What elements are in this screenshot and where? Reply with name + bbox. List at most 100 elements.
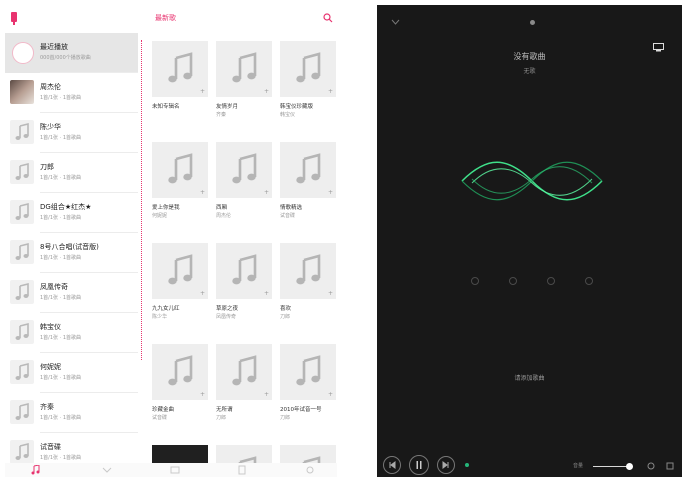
album-title: 喜欢	[280, 306, 292, 312]
add-icon[interactable]: +	[264, 88, 269, 95]
music-note-icon	[232, 52, 257, 83]
sidebar-item-label: 试音碟	[40, 443, 61, 451]
sidebar-item[interactable]: 何妮妮 1首/1张 · 1首歌曲	[5, 353, 138, 393]
album-cover: +	[216, 142, 272, 198]
album-artist: 何妮妮	[152, 213, 168, 219]
add-icon[interactable]: +	[328, 391, 333, 398]
track-title: 没有歌曲	[513, 52, 546, 61]
effect-dot-3[interactable]	[547, 277, 555, 285]
album-artist: 刀郎	[216, 415, 227, 421]
tab-settings-icon[interactable]	[305, 465, 315, 475]
music-note-icon	[10, 440, 34, 464]
album-artist: 刀郎	[280, 415, 291, 421]
album-cover: +	[216, 41, 272, 97]
add-icon[interactable]: +	[328, 290, 333, 297]
album-cover: +	[152, 243, 208, 299]
sidebar-item-label: 刀郎	[40, 163, 54, 171]
music-note-icon	[10, 320, 34, 344]
music-note-icon	[10, 240, 34, 264]
sidebar-item-label: 陈少华	[40, 123, 61, 131]
add-icon[interactable]: +	[200, 88, 205, 95]
tab-devices-icon[interactable]	[237, 465, 247, 475]
play-pause-button[interactable]	[409, 455, 429, 475]
artist-avatar	[10, 80, 34, 104]
effect-dot-1[interactable]	[471, 277, 479, 285]
sidebar-item[interactable]: 8号八合唱(试音版) 1首/1张 · 1首歌曲	[5, 233, 138, 273]
sidebar-item-sub: 1首/1张 · 1首歌曲	[40, 335, 81, 341]
add-icon[interactable]: +	[200, 189, 205, 196]
sidebar-item-sub: 1首/1张 · 1首歌曲	[40, 455, 81, 461]
music-note-icon	[232, 254, 257, 285]
album-cover: +	[280, 41, 336, 97]
music-note-icon	[168, 153, 193, 184]
album-title: 2010年试音一号	[280, 407, 322, 413]
tab-radio-icon[interactable]	[170, 465, 180, 475]
add-icon[interactable]: +	[328, 189, 333, 196]
tab-playlist-icon[interactable]	[102, 465, 112, 475]
sidebar-item-label: 周杰伦	[40, 83, 61, 91]
add-icon[interactable]: +	[200, 290, 205, 297]
sidebar-item-label: 齐秦	[40, 403, 54, 411]
music-note-icon	[10, 400, 34, 424]
sidebar-item-label: 最近播放	[40, 43, 68, 51]
add-icon[interactable]: +	[264, 290, 269, 297]
menu-icon[interactable]	[9, 12, 19, 25]
sidebar-item-sub: 1首/1张 · 1首歌曲	[40, 175, 81, 181]
volume-slider[interactable]	[593, 463, 633, 470]
sidebar-item[interactable]: 凤凰传奇 1首/1张 · 1首歌曲	[5, 273, 138, 313]
album-artist: 凤凰传奇	[216, 314, 237, 320]
music-note-icon	[10, 160, 34, 184]
volume-knob[interactable]	[626, 463, 633, 470]
sidebar-item[interactable]: 陈少华 1首/1张 · 1首歌曲	[5, 113, 138, 153]
effect-dot-4[interactable]	[585, 277, 593, 285]
sidebar-item[interactable]: 韩宝仪 1首/1张 · 1首歌曲	[5, 313, 138, 353]
page-title[interactable]: 最新歌	[155, 13, 176, 23]
sidebar-item[interactable]: 刀郎 1首/1张 · 1首歌曲	[5, 153, 138, 193]
album-title: 韩宝仪珍藏版	[280, 104, 314, 110]
now-playing-panel: 没有歌曲 无歌 请添加歌曲 音量	[377, 5, 682, 477]
sidebar-divider	[141, 40, 142, 360]
sidebar-item[interactable]: 周杰伦 1首/1张 · 1首歌曲	[5, 73, 138, 113]
album-cover: +	[280, 243, 336, 299]
queue-icon[interactable]	[666, 462, 674, 470]
sidebar-item-sub: 1首/1张 · 1首歌曲	[40, 95, 81, 101]
album-artist: 试音碟	[152, 415, 168, 421]
pause-icon	[416, 461, 422, 469]
album-title: 无所谓	[216, 407, 233, 413]
album-title: 珍藏金曲	[152, 407, 175, 413]
sound-wave-visual	[461, 161, 603, 201]
album-cover: +	[152, 142, 208, 198]
search-icon[interactable]	[323, 13, 333, 23]
sidebar-item-sub: 1首/1张 · 1首歌曲	[40, 215, 81, 221]
album-artist: 齐秦	[216, 112, 227, 118]
add-icon[interactable]: +	[264, 391, 269, 398]
sidebar-item-label: 韩宝仪	[40, 323, 61, 331]
album-cover: +	[152, 344, 208, 400]
music-note-icon	[168, 254, 193, 285]
sidebar-item-sub: 1首/1张 · 1首歌曲	[40, 135, 81, 141]
album-title: 九九女儿红	[152, 306, 180, 312]
repeat-icon[interactable]	[647, 462, 655, 470]
effect-dot-2[interactable]	[509, 277, 517, 285]
next-button[interactable]	[437, 456, 455, 474]
add-icon[interactable]: +	[328, 88, 333, 95]
music-note-icon	[10, 360, 34, 384]
add-icon[interactable]: +	[264, 189, 269, 196]
previous-button[interactable]	[383, 456, 401, 474]
album-title: 草原之夜	[216, 306, 239, 312]
music-note-icon	[168, 52, 193, 83]
tab-music-icon[interactable]	[30, 465, 40, 475]
music-note-icon	[10, 120, 34, 144]
sidebar-item[interactable]: 最近播放 000首/000个播放歌曲	[5, 33, 138, 73]
collapse-chevron-icon[interactable]	[391, 19, 400, 25]
music-note-icon	[296, 355, 321, 386]
album-artist: 试音碟	[280, 213, 296, 219]
sidebar-item[interactable]: 齐秦 1首/1张 · 1首歌曲	[5, 393, 138, 433]
volume-fill	[593, 466, 629, 467]
sidebar-item[interactable]: DG组合★红杰★ 1首/1张 · 1首歌曲	[5, 193, 138, 233]
sidebar-item-sub: 1首/1张 · 1首歌曲	[40, 255, 81, 261]
recent-icon	[12, 42, 34, 64]
add-icon[interactable]: +	[200, 391, 205, 398]
next-icon	[442, 461, 449, 469]
album-cover: +	[152, 41, 208, 97]
